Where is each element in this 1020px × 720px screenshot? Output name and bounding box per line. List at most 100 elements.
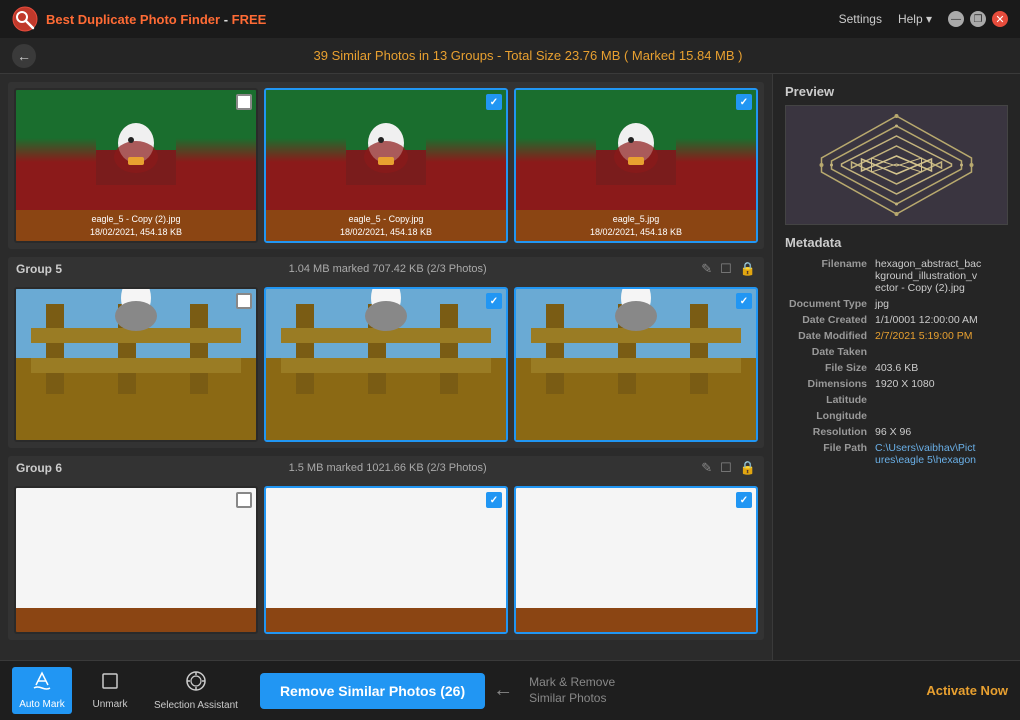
photo-card[interactable]: animal_24 - Copy.jpg 18/02/2021, 353.71 … (264, 287, 508, 442)
eagle-illustration (596, 110, 676, 190)
photo-info (266, 608, 506, 632)
minimize-button[interactable]: — (948, 11, 964, 27)
bird-illustration (266, 287, 506, 442)
meta-value-filesize: 403.6 KB (875, 362, 1008, 374)
group6-photos (8, 480, 764, 640)
bird-illustration (516, 287, 756, 442)
meta-row-filename: Filename hexagon_abstract_background_ill… (785, 258, 1008, 294)
photo-card[interactable] (264, 486, 508, 634)
meta-label: Document Type (785, 298, 875, 310)
hexagon-preview-svg (786, 106, 1007, 224)
photo-filename: eagle_5 - Copy (2).jpg (21, 213, 251, 226)
unmark-label: Unmark (92, 699, 127, 710)
bird-illustration (16, 287, 256, 442)
photo-date: 18/02/2021, 454.18 KB (521, 226, 751, 239)
edit-icon[interactable]: ✎ (701, 261, 712, 277)
settings-menu[interactable]: Settings (839, 12, 882, 26)
activate-now-button[interactable]: Activate Now (926, 683, 1008, 698)
meta-row-datecreated: Date Created 1/1/0001 12:00:00 AM (785, 314, 1008, 326)
selection-assistant-tool[interactable]: Selection Assistant (148, 666, 244, 715)
group6-header: Group 6 1.5 MB marked 1021.66 KB (2/3 Ph… (8, 456, 764, 480)
maximize-button[interactable]: ❐ (970, 11, 986, 27)
photo-thumbnail (516, 289, 756, 409)
eagle-illustration (346, 110, 426, 190)
photo-card[interactable]: animal_24 - Copy (2).jpg 18/02/2021, 353… (14, 287, 258, 442)
meta-label: File Size (785, 362, 875, 374)
group-section-6: Group 6 1.5 MB marked 1021.66 KB (2/3 Ph… (8, 456, 764, 640)
photo-checkbox[interactable] (736, 492, 752, 508)
photo-card[interactable] (14, 486, 258, 634)
meta-label: Latitude (785, 394, 875, 406)
meta-label: Dimensions (785, 378, 875, 390)
help-menu[interactable]: Help ▾ (898, 12, 932, 26)
meta-value-resolution: 96 X 96 (875, 426, 1008, 438)
remove-button[interactable]: Remove Similar Photos (26) (260, 673, 485, 709)
unmark-tool[interactable]: Unmark (80, 667, 140, 714)
meta-row-resolution: Resolution 96 X 96 (785, 426, 1008, 438)
preview-panel: Preview (772, 74, 1020, 660)
photo-info: eagle_5.jpg 18/02/2021, 454.18 KB (516, 210, 756, 241)
lock-icon[interactable]: 🔒 (740, 460, 756, 476)
meta-value-datemod: 2/7/2021 5:19:00 PM (875, 330, 1008, 342)
photo-card[interactable]: eagle_5.jpg 18/02/2021, 454.18 KB (514, 88, 758, 243)
back-button[interactable]: ← (12, 44, 36, 68)
group6-name: Group 6 (16, 461, 62, 475)
lock-icon[interactable]: 🔒 (740, 261, 756, 277)
meta-value-filepath[interactable]: C:\Users\vaibhav\Pictures\eagle 5\hexago… (875, 442, 1008, 466)
photo-card[interactable]: eagle_5 - Copy.jpg 18/02/2021, 454.18 KB (264, 88, 508, 243)
photo-checkbox[interactable] (486, 492, 502, 508)
title-left: Best Duplicate Photo Finder - FREE (12, 6, 266, 32)
photo-card[interactable] (514, 486, 758, 634)
photo-date: 18/02/2021, 454.18 KB (21, 226, 251, 239)
photo-date: 18/02/2021, 454.18 KB (271, 226, 501, 239)
photo-checkbox[interactable] (236, 293, 252, 309)
photo-filename: eagle_5 - Copy.jpg (271, 213, 501, 226)
photo-checkbox[interactable] (736, 94, 752, 110)
photo-info: eagle_5 - Copy.jpg 18/02/2021, 454.18 KB (266, 210, 506, 241)
metadata-section: Metadata Filename hexagon_abstract_backg… (773, 235, 1020, 470)
meta-row-latitude: Latitude (785, 394, 1008, 406)
photo-thumbnail (16, 289, 256, 409)
checkbox-icon[interactable]: ☐ (720, 460, 732, 476)
photo-info: eagle_5 - Copy (2).jpg 18/02/2021, 454.1… (16, 210, 256, 241)
meta-value-longitude (875, 410, 1008, 422)
meta-label: Date Modified (785, 330, 875, 342)
group5-header: Group 5 1.04 MB marked 707.42 KB (2/3 Ph… (8, 257, 764, 281)
app-logo-icon (12, 6, 38, 32)
window-controls: — ❐ ✕ (948, 11, 1008, 27)
meta-value-doctype: jpg (875, 298, 1008, 310)
metadata-title: Metadata (785, 235, 1008, 250)
checkbox-icon[interactable]: ☐ (720, 261, 732, 277)
photo-checkbox[interactable] (236, 492, 252, 508)
meta-label: Filename (785, 258, 875, 294)
app-title: Best Duplicate Photo Finder - FREE (46, 12, 266, 27)
photo-thumbnail (266, 289, 506, 409)
photo-checkbox[interactable] (236, 94, 252, 110)
close-button[interactable]: ✕ (992, 11, 1008, 27)
bottom-bar: Auto Mark Unmark Selection Assistant Rem… (0, 660, 1020, 720)
photo-card[interactable]: eagle_5 - Copy (2).jpg 18/02/2021, 454.1… (14, 88, 258, 243)
meta-row-doctype: Document Type jpg (785, 298, 1008, 310)
meta-row-longitude: Longitude (785, 410, 1008, 422)
auto-mark-icon (32, 671, 52, 696)
meta-label: Date Taken (785, 346, 875, 358)
meta-label: File Path (785, 442, 875, 466)
unmark-icon (100, 671, 120, 696)
photo-thumbnail (516, 90, 756, 210)
meta-label: Date Created (785, 314, 875, 326)
photo-filename: eagle_5.jpg (521, 213, 751, 226)
photo-info (16, 608, 256, 632)
edit-icon[interactable]: ✎ (701, 460, 712, 476)
main-layout: eagle_5 - Copy (2).jpg 18/02/2021, 454.1… (0, 74, 1020, 660)
meta-label: Longitude (785, 410, 875, 422)
photo-checkbox[interactable] (486, 94, 502, 110)
meta-label: Resolution (785, 426, 875, 438)
photo-checkbox[interactable] (486, 293, 502, 309)
auto-mark-tool[interactable]: Auto Mark (12, 667, 72, 714)
auto-mark-label: Auto Mark (19, 699, 65, 710)
photo-thumbnail (266, 488, 506, 608)
photo-checkbox[interactable] (736, 293, 752, 309)
preview-title: Preview (773, 74, 1020, 105)
groups-area[interactable]: eagle_5 - Copy (2).jpg 18/02/2021, 454.1… (0, 74, 772, 660)
photo-card[interactable]: animal_24.jpg 18/02/2021, 353.71 KB (514, 287, 758, 442)
